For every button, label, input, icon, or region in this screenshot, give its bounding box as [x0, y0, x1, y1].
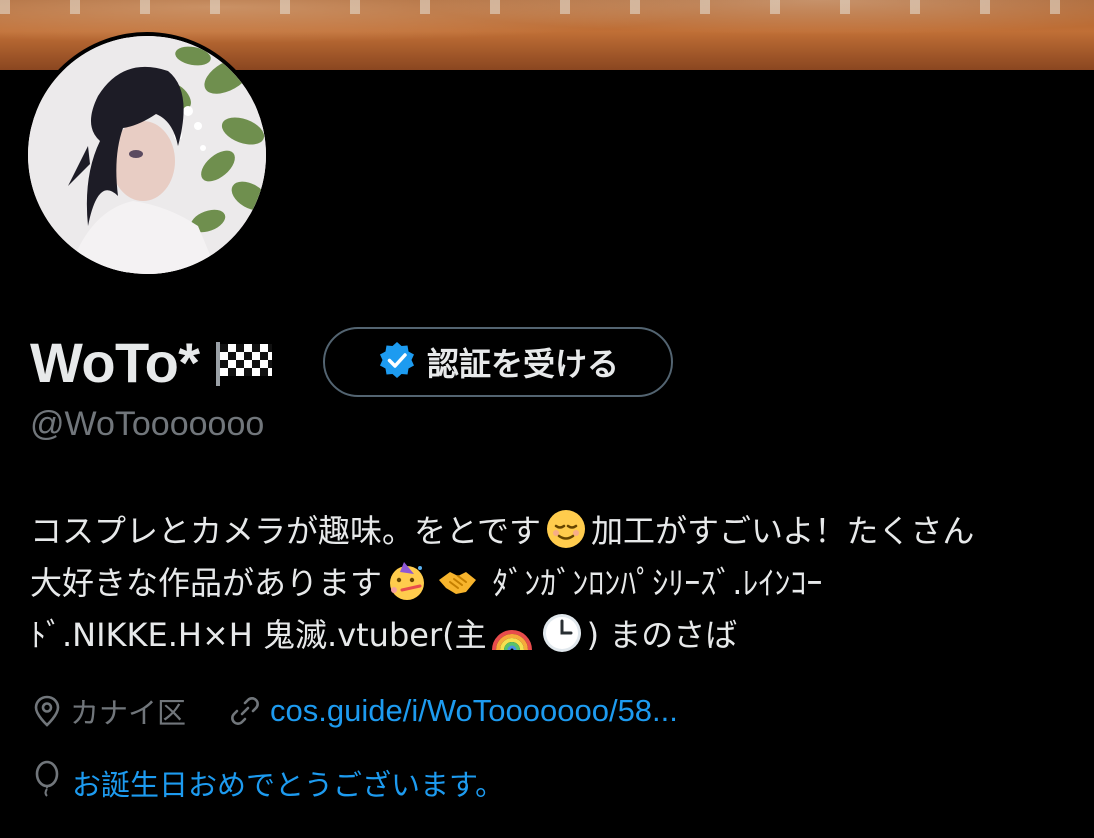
birthday-row: お誕生日おめでとうございます。 [30, 760, 504, 806]
user-handle: @WoTooooooo [30, 405, 265, 443]
avatar[interactable] [28, 36, 266, 274]
name-row: WoTo* [30, 322, 274, 402]
profile-link[interactable]: cos.guide/i/WoTooooooo/58... [228, 693, 678, 729]
birthday-text[interactable]: お誕生日おめでとうございます。 [72, 762, 504, 804]
display-name: WoTo* [30, 330, 200, 394]
clock-emoji [541, 612, 583, 654]
bio-line-1: コスプレとカメラが趣味。をとです 加工がすごいよ！たくさん [30, 505, 1094, 557]
avatar-image [28, 36, 266, 274]
checkered-flag-icon [214, 338, 274, 386]
bio-line-2: 大好きな作品があります ﾀﾞﾝｶﾞﾝﾛﾝﾊﾟｼﾘｰｽﾞ.ﾚｲﾝｺｰ [30, 557, 1094, 609]
relieved-face-emoji [545, 508, 587, 550]
bio-text: ) まのさば [586, 616, 738, 654]
bio-line-3: ﾄﾞ.NIKKE.H×H 鬼滅.vtuber(主 ) まのさば [30, 609, 1094, 661]
handshake-emoji [436, 560, 478, 602]
bio-text: 加工がすごいよ！たくさん [591, 512, 975, 550]
bio-text: ﾀﾞﾝｶﾞﾝﾛﾝﾊﾟｼﾘｰｽﾞ.ﾚｲﾝｺｰ [492, 564, 823, 602]
location-text: カナイ区 [70, 696, 187, 730]
bio-text: ﾄﾞ.NIKKE.H×H 鬼滅.vtuber(主 [30, 616, 487, 654]
location-pin-icon [30, 694, 64, 728]
profile-link-text[interactable]: cos.guide/i/WoTooooooo/58... [270, 693, 678, 729]
profile-meta-row: カナイ区 cos.guide/i/WoTooooooo/58... [30, 688, 678, 734]
get-verified-button[interactable]: 認証を受ける [323, 327, 673, 397]
get-verified-label: 認証を受ける [426, 345, 619, 383]
link-icon [228, 694, 262, 728]
bio-text: 大好きな作品があります [30, 564, 383, 602]
profile-bio: コスプレとカメラが趣味。をとです 加工がすごいよ！たくさん 大好きな作品があります… [30, 505, 1094, 661]
location: カナイ区 [30, 690, 186, 732]
balloon-icon [30, 760, 64, 807]
partying-face-emoji [386, 560, 428, 602]
verified-badge-icon [377, 340, 417, 384]
rainbow-emoji [491, 612, 533, 654]
bio-text: コスプレとカメラが趣味。をとです [30, 512, 542, 550]
